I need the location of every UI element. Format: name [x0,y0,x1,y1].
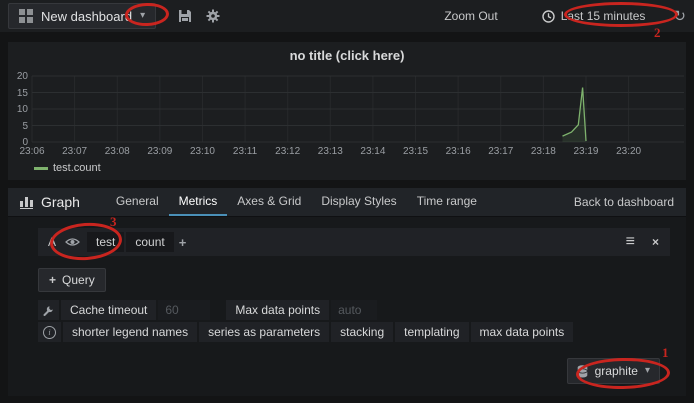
help-toggles-row: i shorter legend names series as paramet… [38,322,574,342]
back-to-dashboard-link[interactable]: Back to dashboard [574,195,674,209]
query-row: A test count + ≡ × [38,228,670,256]
remove-query-icon[interactable]: × [652,235,659,249]
max-data-points-label: Max data points [226,300,330,320]
panel-type-label: Graph [41,194,80,210]
cache-timeout-label: Cache timeout [61,300,157,320]
wrench-icon-cell [38,300,59,320]
legend-series-marker [34,166,48,170]
x-tick-label: 23:12 [275,146,301,157]
zoom-out-button[interactable]: Zoom Out [444,9,497,23]
refresh-icon[interactable]: ↻ [673,9,686,24]
x-tick-label: 23:17 [488,146,514,157]
settings-button[interactable] [206,9,220,23]
panel-editor: Graph General Metrics Axes & Grid Displa… [8,188,686,396]
metric-segment-count[interactable]: count [126,232,174,252]
info-icon: i [43,325,56,339]
save-icon [179,10,192,22]
datasource-picker-button[interactable]: graphite ▾ [566,358,660,384]
toggle-stacking[interactable]: stacking [331,322,394,342]
y-tick-label: 20 [16,71,28,82]
cache-timeout-input[interactable] [158,300,211,320]
x-tick-label: 23:13 [317,146,343,157]
y-tick-label: 0 [22,137,28,148]
query-options: Cache timeout Max data points i shorter … [38,300,574,344]
x-tick-label: 23:09 [147,146,173,157]
dashboard-picker-button[interactable]: New dashboard ▾ [8,3,157,29]
tab-display-styles[interactable]: Display Styles [311,188,406,216]
info-icon-cell: i [38,322,61,342]
x-tick-label: 23:10 [189,146,215,157]
add-query-label: Query [62,273,95,287]
metric-segments: test count + [87,232,189,252]
editor-header: Graph General Metrics Axes & Grid Displa… [8,188,686,217]
x-tick-label: 23:18 [530,146,556,157]
add-segment-button[interactable]: + [176,235,190,250]
datasource-label: graphite [594,364,638,378]
grafana-window: New dashboard ▾ Zoom Out Last 15 minutes… [0,0,694,403]
dashboard-title: New dashboard [41,8,133,24]
apps-grid-icon [19,9,33,23]
chevron-down-icon: ▾ [140,10,146,21]
query-row-label[interactable]: A [46,235,58,249]
x-tick-label: 23:16 [445,146,471,157]
save-dashboard-button[interactable] [178,9,192,23]
top-navbar: New dashboard ▾ Zoom Out Last 15 minutes… [0,0,694,32]
x-tick-label: 23:19 [573,146,599,157]
plot-area: 23:06 23:07 23:08 23:09 23:10 23:11 23:12 23:13… [8,42,686,180]
toggle-shorter-legend-names[interactable]: shorter legend names [63,322,198,342]
add-query-button[interactable]: + Query [38,268,106,292]
tab-metrics[interactable]: Metrics [168,188,228,216]
query-menu-icon[interactable]: ≡ [626,234,635,250]
x-tick-label: 23:20 [616,146,642,157]
legend-series-label[interactable]: test.count [53,162,101,174]
gear-icon [206,9,220,23]
database-icon [576,364,588,377]
tab-time-range[interactable]: Time range [407,188,487,216]
x-tick-label: 23:14 [360,146,386,157]
bar-chart-icon [20,195,33,209]
chevron-down-icon: ▾ [644,365,650,376]
cache-timeout-row: Cache timeout Max data points [38,300,573,320]
tab-axes-grid[interactable]: Axes & Grid [227,188,311,216]
graph-panel: no title (click here) 23:06 23:07 23:08 23:… [8,42,686,180]
max-data-points-input[interactable] [331,300,378,320]
metric-segment-test[interactable]: test [87,232,125,252]
cache-timeout-cell [158,300,211,320]
tab-general[interactable]: General [106,188,169,216]
y-tick-label: 5 [22,120,28,132]
x-tick-label: 23:08 [104,146,130,157]
plot-svg [31,75,684,143]
x-tick-label: 23:11 [232,146,258,157]
time-range-label: Last 15 minutes [560,9,646,23]
x-tick-label: 23:15 [403,146,429,157]
x-tick-label: 23:07 [62,146,88,157]
time-picker-button[interactable]: Last 15 minutes [542,9,646,23]
y-tick-label: 15 [16,87,28,99]
eye-icon[interactable] [65,237,80,247]
max-data-points-cell [331,300,378,320]
plus-icon: + [49,273,57,287]
wrench-icon [43,305,53,316]
toggle-max-data-points[interactable]: max data points [470,322,574,342]
toggle-series-as-parameters[interactable]: series as parameters [199,322,330,342]
legend: test.count [34,162,101,174]
clock-icon [542,9,555,23]
y-tick-label: 10 [16,104,28,115]
toggle-templating[interactable]: templating [395,322,469,342]
